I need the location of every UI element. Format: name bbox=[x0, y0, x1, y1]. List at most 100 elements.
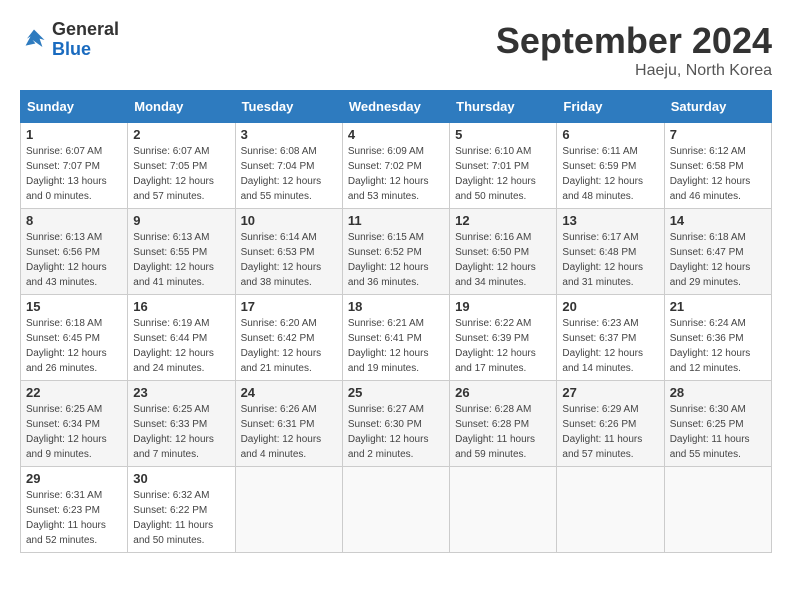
header-saturday: Saturday bbox=[664, 91, 771, 123]
day-info: Sunrise: 6:11 AMSunset: 6:59 PMDaylight:… bbox=[562, 144, 658, 204]
day-info: Sunrise: 6:30 AMSunset: 6:25 PMDaylight:… bbox=[670, 402, 766, 462]
day-info: Sunrise: 6:27 AMSunset: 6:30 PMDaylight:… bbox=[348, 402, 444, 462]
day-number: 21 bbox=[670, 299, 766, 314]
calendar-cell: 4 Sunrise: 6:09 AMSunset: 7:02 PMDaylight… bbox=[342, 123, 449, 209]
calendar-cell: 30 Sunrise: 6:32 AMSunset: 6:22 PMDayligh… bbox=[128, 467, 235, 553]
day-number: 23 bbox=[133, 385, 229, 400]
day-number: 10 bbox=[241, 213, 337, 228]
calendar-cell: 6 Sunrise: 6:11 AMSunset: 6:59 PMDaylight… bbox=[557, 123, 664, 209]
day-info: Sunrise: 6:26 AMSunset: 6:31 PMDaylight:… bbox=[241, 402, 337, 462]
calendar-cell: 23Sunrise: 6:25 AMSunset: 6:33 PMDayligh… bbox=[128, 381, 235, 467]
calendar-cell: 29 Sunrise: 6:31 AMSunset: 6:23 PMDayligh… bbox=[21, 467, 128, 553]
day-number: 14 bbox=[670, 213, 766, 228]
day-info: Sunrise: 6:24 AMSunset: 6:36 PMDaylight:… bbox=[670, 316, 766, 376]
day-info: Sunrise: 6:22 AMSunset: 6:39 PMDaylight:… bbox=[455, 316, 551, 376]
calendar-cell bbox=[664, 467, 771, 553]
day-number: 24 bbox=[241, 385, 337, 400]
calendar-cell: 1 Sunrise: 6:07 AMSunset: 7:07 PMDaylight… bbox=[21, 123, 128, 209]
calendar-week-row: 29 Sunrise: 6:31 AMSunset: 6:23 PMDayligh… bbox=[21, 467, 772, 553]
day-info: Sunrise: 6:20 AMSunset: 6:42 PMDaylight:… bbox=[241, 316, 337, 376]
calendar-cell bbox=[450, 467, 557, 553]
calendar-cell: 19Sunrise: 6:22 AMSunset: 6:39 PMDayligh… bbox=[450, 295, 557, 381]
calendar-week-row: 15Sunrise: 6:18 AMSunset: 6:45 PMDayligh… bbox=[21, 295, 772, 381]
day-number: 1 bbox=[26, 127, 122, 142]
day-info: Sunrise: 6:10 AMSunset: 7:01 PMDaylight:… bbox=[455, 144, 551, 204]
header-tuesday: Tuesday bbox=[235, 91, 342, 123]
day-number: 16 bbox=[133, 299, 229, 314]
header-friday: Friday bbox=[557, 91, 664, 123]
calendar-cell bbox=[235, 467, 342, 553]
calendar-week-row: 1 Sunrise: 6:07 AMSunset: 7:07 PMDaylight… bbox=[21, 123, 772, 209]
logo-text: GeneralBlue bbox=[52, 20, 119, 60]
header-sunday: Sunday bbox=[21, 91, 128, 123]
day-number: 9 bbox=[133, 213, 229, 228]
calendar-cell: 16 Sunrise: 6:19 AMSunset: 6:44 PMDayligh… bbox=[128, 295, 235, 381]
calendar-cell: 22 Sunrise: 6:25 AMSunset: 6:34 PMDayligh… bbox=[21, 381, 128, 467]
calendar-cell: 10Sunrise: 6:14 AMSunset: 6:53 PMDayligh… bbox=[235, 209, 342, 295]
day-number: 13 bbox=[562, 213, 658, 228]
day-info: Sunrise: 6:32 AMSunset: 6:22 PMDaylight:… bbox=[133, 488, 229, 548]
calendar-cell: 21 Sunrise: 6:24 AMSunset: 6:36 PMDayligh… bbox=[664, 295, 771, 381]
header-thursday: Thursday bbox=[450, 91, 557, 123]
day-info: Sunrise: 6:09 AMSunset: 7:02 PMDaylight:… bbox=[348, 144, 444, 204]
calendar-cell: 20Sunrise: 6:23 AMSunset: 6:37 PMDayligh… bbox=[557, 295, 664, 381]
day-info: Sunrise: 6:17 AMSunset: 6:48 PMDaylight:… bbox=[562, 230, 658, 290]
day-info: Sunrise: 6:15 AMSunset: 6:52 PMDaylight:… bbox=[348, 230, 444, 290]
calendar-cell: 13 Sunrise: 6:17 AMSunset: 6:48 PMDayligh… bbox=[557, 209, 664, 295]
calendar-cell: 3 Sunrise: 6:08 AMSunset: 7:04 PMDaylight… bbox=[235, 123, 342, 209]
page-header: GeneralBlue September 2024 Haeju, North … bbox=[20, 20, 772, 80]
logo-icon bbox=[20, 26, 48, 54]
day-number: 3 bbox=[241, 127, 337, 142]
calendar-cell: 26Sunrise: 6:28 AMSunset: 6:28 PMDayligh… bbox=[450, 381, 557, 467]
calendar-cell bbox=[557, 467, 664, 553]
day-info: Sunrise: 6:25 AMSunset: 6:34 PMDaylight:… bbox=[26, 402, 122, 462]
calendar-cell bbox=[342, 467, 449, 553]
calendar-week-row: 22 Sunrise: 6:25 AMSunset: 6:34 PMDayligh… bbox=[21, 381, 772, 467]
day-info: Sunrise: 6:07 AMSunset: 7:05 PMDaylight:… bbox=[133, 144, 229, 204]
day-number: 29 bbox=[26, 471, 122, 486]
day-info: Sunrise: 6:13 AMSunset: 6:55 PMDaylight:… bbox=[133, 230, 229, 290]
calendar-cell: 11 Sunrise: 6:15 AMSunset: 6:52 PMDayligh… bbox=[342, 209, 449, 295]
day-number: 2 bbox=[133, 127, 229, 142]
day-info: Sunrise: 6:23 AMSunset: 6:37 PMDaylight:… bbox=[562, 316, 658, 376]
calendar-title: September 2024 bbox=[496, 20, 772, 62]
day-number: 12 bbox=[455, 213, 551, 228]
day-info: Sunrise: 6:18 AMSunset: 6:47 PMDaylight:… bbox=[670, 230, 766, 290]
calendar-cell: 25 Sunrise: 6:27 AMSunset: 6:30 PMDayligh… bbox=[342, 381, 449, 467]
calendar-subtitle: Haeju, North Korea bbox=[496, 62, 772, 80]
header-wednesday: Wednesday bbox=[342, 91, 449, 123]
day-info: Sunrise: 6:19 AMSunset: 6:44 PMDaylight:… bbox=[133, 316, 229, 376]
calendar-cell: 28Sunrise: 6:30 AMSunset: 6:25 PMDayligh… bbox=[664, 381, 771, 467]
header-monday: Monday bbox=[128, 91, 235, 123]
calendar-cell: 14 Sunrise: 6:18 AMSunset: 6:47 PMDayligh… bbox=[664, 209, 771, 295]
day-number: 11 bbox=[348, 213, 444, 228]
calendar-header-row: Sunday Monday Tuesday Wednesday Thursday… bbox=[21, 91, 772, 123]
day-info: Sunrise: 6:07 AMSunset: 7:07 PMDaylight:… bbox=[26, 144, 122, 204]
day-number: 8 bbox=[26, 213, 122, 228]
calendar-cell: 7 Sunrise: 6:12 AMSunset: 6:58 PMDaylight… bbox=[664, 123, 771, 209]
day-number: 30 bbox=[133, 471, 229, 486]
day-number: 5 bbox=[455, 127, 551, 142]
day-info: Sunrise: 6:28 AMSunset: 6:28 PMDaylight:… bbox=[455, 402, 551, 462]
calendar-cell: 8 Sunrise: 6:13 AMSunset: 6:56 PMDaylight… bbox=[21, 209, 128, 295]
calendar-cell: 9 Sunrise: 6:13 AMSunset: 6:55 PMDaylight… bbox=[128, 209, 235, 295]
day-number: 25 bbox=[348, 385, 444, 400]
day-info: Sunrise: 6:08 AMSunset: 7:04 PMDaylight:… bbox=[241, 144, 337, 204]
calendar-cell: 12 Sunrise: 6:16 AMSunset: 6:50 PMDayligh… bbox=[450, 209, 557, 295]
day-number: 18 bbox=[348, 299, 444, 314]
day-info: Sunrise: 6:16 AMSunset: 6:50 PMDaylight:… bbox=[455, 230, 551, 290]
day-number: 4 bbox=[348, 127, 444, 142]
day-info: Sunrise: 6:31 AMSunset: 6:23 PMDaylight:… bbox=[26, 488, 122, 548]
day-info: Sunrise: 6:13 AMSunset: 6:56 PMDaylight:… bbox=[26, 230, 122, 290]
calendar-cell: 17Sunrise: 6:20 AMSunset: 6:42 PMDayligh… bbox=[235, 295, 342, 381]
day-number: 7 bbox=[670, 127, 766, 142]
calendar-table: Sunday Monday Tuesday Wednesday Thursday… bbox=[20, 90, 772, 553]
calendar-cell: 5 Sunrise: 6:10 AMSunset: 7:01 PMDaylight… bbox=[450, 123, 557, 209]
calendar-cell: 18Sunrise: 6:21 AMSunset: 6:41 PMDayligh… bbox=[342, 295, 449, 381]
day-number: 22 bbox=[26, 385, 122, 400]
day-info: Sunrise: 6:18 AMSunset: 6:45 PMDaylight:… bbox=[26, 316, 122, 376]
day-info: Sunrise: 6:12 AMSunset: 6:58 PMDaylight:… bbox=[670, 144, 766, 204]
calendar-cell: 2 Sunrise: 6:07 AMSunset: 7:05 PMDaylight… bbox=[128, 123, 235, 209]
day-number: 6 bbox=[562, 127, 658, 142]
title-section: September 2024 Haeju, North Korea bbox=[496, 20, 772, 80]
